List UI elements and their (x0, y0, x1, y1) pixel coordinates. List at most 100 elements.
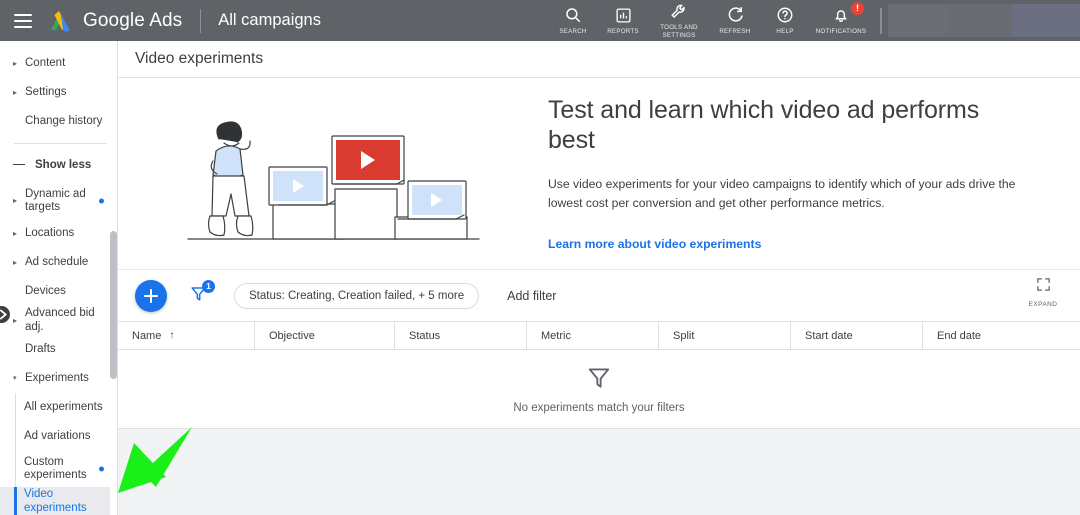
column-header-split[interactable]: Split (659, 322, 791, 349)
topbar-notifications-button[interactable]: ! NOTIFICATIONS (810, 0, 872, 41)
column-header-objective[interactable]: Objective (255, 322, 395, 349)
sidebar: ▸ Content ▸ Settings Change history Show… (0, 41, 118, 515)
reports-icon (615, 6, 632, 25)
brand-divider (200, 8, 202, 33)
sidebar-item-advanced-bid-adj[interactable]: ▸ Advanced bid adj. (0, 306, 117, 335)
sidebar-item-label: Drafts (25, 342, 56, 355)
brand-name: Google Ads (83, 9, 183, 31)
add-experiment-button[interactable] (135, 279, 167, 312)
expand-button[interactable]: EXPAND (1020, 277, 1066, 308)
add-filter-button[interactable]: Add filter (499, 283, 564, 309)
sidebar-item-label: Change history (25, 114, 103, 127)
sidebar-experiments-subgroup: All experiments Ad variations Custom exp… (0, 393, 117, 515)
column-label: End date (937, 329, 982, 342)
hero-promo-panel: Test and learn which video ad performs b… (118, 78, 1080, 270)
table-header-row: Name ↑ Objective Status Metric Split Sta… (118, 321, 1080, 350)
topbar-help-button[interactable]: HELP (760, 0, 810, 41)
top-app-bar: Google Ads All campaigns SEARCH REPORTS … (0, 0, 1080, 41)
sidebar-item-change-history[interactable]: Change history (0, 107, 117, 136)
avatar-redacted (1012, 4, 1080, 37)
topbar-tools-settings-label: TOOLS AND SETTINGS (660, 24, 698, 39)
new-badge-dot (99, 466, 104, 472)
sidebar-item-all-experiments[interactable]: All experiments (0, 393, 117, 422)
sidebar-item-settings[interactable]: ▸ Settings (0, 78, 117, 107)
sidebar-item-label: Ad schedule (25, 255, 89, 268)
filter-button[interactable]: 1 (189, 279, 215, 308)
sidebar-item-video-experiments[interactable]: Video experiments (0, 487, 117, 515)
sidebar-show-less-button[interactable]: Show less (0, 151, 117, 178)
page-header: Video experiments (118, 41, 1080, 78)
topbar-help-label: HELP (776, 27, 794, 35)
account-info-redacted-1 (888, 4, 946, 37)
sort-ascending-icon: ↑ (169, 330, 175, 341)
table-bottom-border (118, 428, 1080, 429)
topbar-reports-button[interactable]: REPORTS (598, 0, 648, 41)
column-label: Objective (269, 329, 315, 342)
sidebar-item-ad-schedule[interactable]: ▸ Ad schedule (0, 248, 117, 277)
column-label: Status (409, 329, 441, 342)
sidebar-item-drafts[interactable]: Drafts (0, 335, 117, 364)
column-header-start-date[interactable]: Start date (791, 322, 923, 349)
sidebar-item-experiments[interactable]: ▾ Experiments (0, 364, 117, 393)
topbar-refresh-button[interactable]: REFRESH (710, 0, 760, 41)
sidebar-item-custom-experiments[interactable]: Custom experiments (0, 451, 117, 487)
notifications-bell-icon (832, 6, 850, 25)
sidebar-item-label: Ad variations (24, 429, 91, 442)
page-title: Video experiments (135, 50, 264, 67)
column-label: Start date (805, 329, 853, 342)
learn-more-link[interactable]: Learn more about video experiments (548, 237, 761, 251)
sidebar-item-ad-variations[interactable]: Ad variations (0, 422, 117, 451)
column-header-end-date[interactable]: End date (923, 322, 1080, 349)
chevron-right-icon: ▸ (13, 257, 18, 267)
hero-body: Use video experiments for your video cam… (548, 176, 1016, 210)
sidebar-item-dynamic-ad-targets[interactable]: ▸ Dynamic ad targets (0, 183, 117, 219)
column-label: Metric (541, 329, 571, 342)
sidebar-item-label: Locations (25, 226, 75, 239)
main-content: Video experiments Test and learn which v… (118, 41, 1080, 515)
new-badge-dot (99, 198, 104, 204)
column-label: Name (132, 329, 162, 342)
topbar-reports-label: REPORTS (607, 27, 639, 35)
status-filter-chip[interactable]: Status: Creating, Creation failed, + 5 m… (234, 282, 480, 309)
sidebar-divider (14, 143, 107, 144)
sidebar-item-label: Custom experiments (24, 455, 87, 482)
expand-fullscreen-icon (1036, 277, 1051, 297)
account-info-redacted-2 (946, 4, 1012, 37)
empty-state-message: No experiments match your filters (513, 402, 685, 414)
topbar-refresh-label: REFRESH (719, 27, 751, 35)
sidebar-item-label: Settings (25, 85, 67, 98)
sidebar-show-less-label: Show less (35, 158, 92, 171)
filter-count-badge: 1 (202, 279, 215, 293)
column-header-name[interactable]: Name ↑ (118, 322, 255, 349)
breadcrumb: All campaigns (218, 11, 321, 29)
column-header-status[interactable]: Status (395, 322, 527, 349)
minus-icon (13, 163, 25, 166)
sidebar-scrollbar-track[interactable] (110, 41, 117, 515)
topbar-tools-settings-button[interactable]: TOOLS AND SETTINGS (648, 0, 710, 41)
hero-heading: Test and learn which video ad performs b… (548, 95, 980, 154)
filter-funnel-icon (586, 364, 612, 395)
topbar-actions: SEARCH REPORTS TOOLS AND SETTINGS REFRES… (548, 0, 1080, 41)
topbar-search-button[interactable]: SEARCH (548, 0, 598, 41)
chevron-down-icon: ▾ (13, 375, 17, 382)
notifications-badge: ! (851, 2, 864, 15)
column-header-metric[interactable]: Metric (527, 322, 659, 349)
sidebar-item-content[interactable]: ▸ Content (0, 49, 117, 78)
chevron-right-icon: ▸ (13, 196, 18, 205)
refresh-icon (726, 6, 744, 25)
topbar-search-label: SEARCH (559, 27, 587, 35)
table-empty-state: No experiments match your filters (118, 350, 1080, 428)
sidebar-scrollbar-thumb[interactable] (110, 231, 117, 379)
experiments-table-card: 1 Status: Creating, Creation failed, + 5… (118, 270, 1080, 429)
hero-copy: Test and learn which video ad performs b… (548, 95, 1048, 253)
chevron-right-icon: ▸ (13, 228, 18, 238)
tools-and-settings-icon (670, 2, 688, 21)
chevron-right-icon: ▸ (13, 87, 18, 97)
sidebar-item-devices[interactable]: Devices (0, 277, 117, 306)
app-root: Google Ads All campaigns SEARCH REPORTS … (0, 0, 1080, 515)
account-divider (880, 8, 882, 34)
hamburger-menu-icon[interactable] (14, 13, 32, 28)
sidebar-item-locations[interactable]: ▸ Locations (0, 219, 117, 248)
chevron-right-icon: ▸ (13, 58, 18, 68)
sidebar-item-label: Video experiments (24, 488, 87, 514)
